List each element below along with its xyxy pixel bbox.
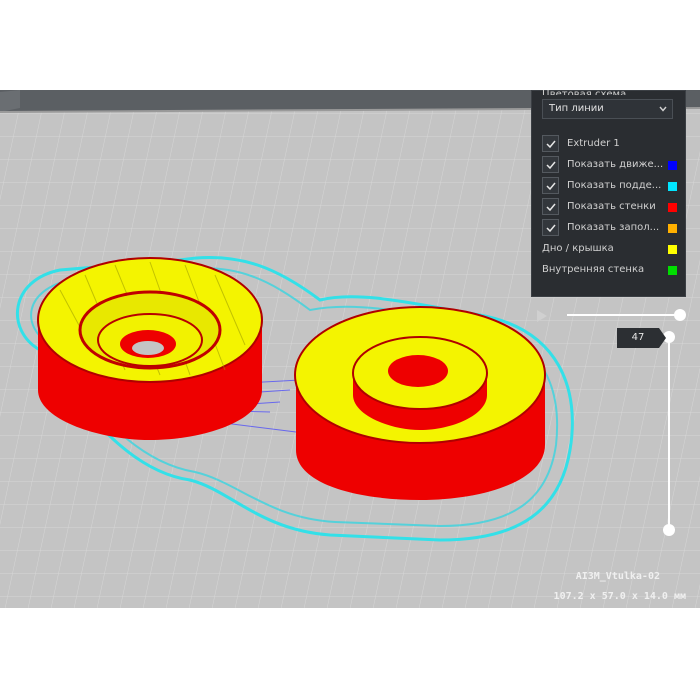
- check-icon: [546, 224, 556, 233]
- color-swatch: [668, 182, 677, 191]
- checkbox-walls[interactable]: [542, 198, 559, 215]
- legend-label: Дно / крышка: [542, 243, 614, 254]
- right-part: [294, 306, 546, 500]
- legend-item-inner-wall: Внутренняя стенка: [542, 261, 677, 279]
- color-scheme-header: Цветовая схема: [542, 89, 627, 95]
- color-swatch: [668, 266, 677, 275]
- checkbox-support[interactable]: [542, 177, 559, 194]
- model-name: AI3M_Vtulka-02: [575, 571, 660, 582]
- color-scheme-selected: Тип линии: [549, 103, 604, 114]
- view-settings-panel: Цветовая схема Тип линии Extruder 1 Пока…: [531, 89, 686, 297]
- legend-item-travel[interactable]: Показать движе...: [542, 156, 677, 174]
- color-swatch: [668, 203, 677, 212]
- layer-number-input[interactable]: 47: [617, 328, 659, 348]
- check-icon: [546, 161, 556, 170]
- legend-item-top-bottom: Дно / крышка: [542, 240, 677, 258]
- legend-label: Показать подде...: [567, 180, 662, 191]
- simulation-slider-handle[interactable]: [674, 309, 686, 321]
- chevron-down-icon: [659, 106, 667, 112]
- legend-label: Показать стенки: [567, 201, 656, 212]
- color-scheme-dropdown[interactable]: Тип линии: [542, 99, 673, 119]
- legend-item-extruder-1[interactable]: Extruder 1: [542, 135, 677, 153]
- model-dimensions: 107.2 x 57.0 x 14.0 мм: [553, 591, 686, 602]
- layer-badge-pointer: [659, 328, 666, 348]
- check-icon: [546, 182, 556, 191]
- left-part: [37, 257, 263, 440]
- layer-slider-track[interactable]: [668, 336, 670, 530]
- color-swatch: [668, 224, 677, 233]
- layer-slider-bottom-handle[interactable]: [663, 524, 675, 536]
- legend-item-walls[interactable]: Показать стенки: [542, 198, 677, 216]
- check-icon: [546, 140, 556, 149]
- checkbox-travel[interactable]: [542, 156, 559, 173]
- legend-label: Показать движе...: [567, 159, 664, 170]
- legend-item-support[interactable]: Показать подде...: [542, 177, 677, 195]
- checkbox-extruder-1[interactable]: [542, 135, 559, 152]
- color-swatch: [668, 161, 677, 170]
- simulation-slider-track[interactable]: [567, 314, 681, 316]
- legend-item-infill[interactable]: Показать запол...: [542, 219, 677, 237]
- legend-label: Внутренняя стенка: [542, 264, 645, 275]
- color-swatch: [668, 245, 677, 254]
- legend-label: Extruder 1: [567, 138, 620, 149]
- legend-label: Показать запол...: [567, 222, 660, 233]
- checkbox-infill[interactable]: [542, 219, 559, 236]
- play-icon[interactable]: [535, 309, 549, 323]
- check-icon: [546, 203, 556, 212]
